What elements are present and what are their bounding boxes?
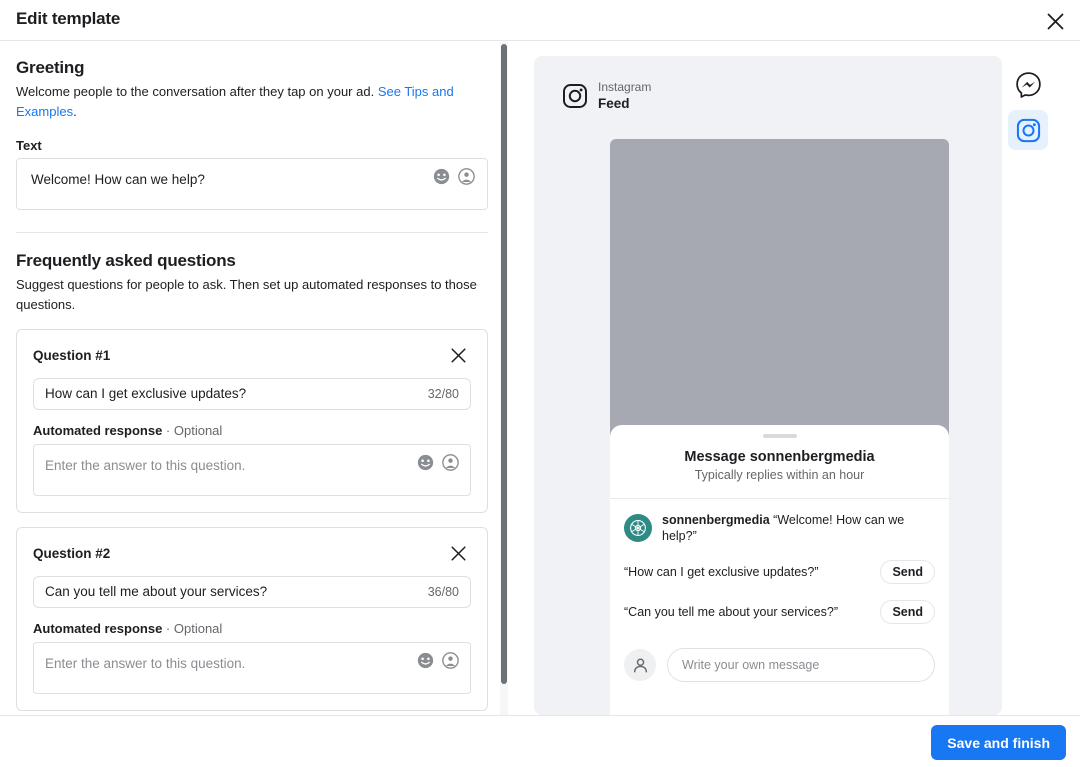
dialog-header: Edit template (0, 0, 1080, 41)
faq-description: Suggest questions for people to ask. The… (16, 275, 484, 315)
section-divider (16, 232, 488, 233)
avatar (624, 514, 652, 542)
preview-placement-labels: Instagram Feed (598, 80, 651, 112)
compose-avatar (624, 649, 656, 681)
platform-button-instagram[interactable] (1008, 110, 1048, 150)
automated-response-label-optional: Optional (174, 621, 222, 636)
question-char-counter: 32/80 (428, 387, 459, 401)
sheet-subtitle: Typically replies within an hour (610, 468, 949, 482)
automated-response-placeholder: Enter the answer to this question. (45, 656, 245, 671)
automated-response-label-bold: Automated response (33, 621, 162, 636)
dialog-footer: Save and finish (0, 715, 1080, 767)
response-input-icons (417, 652, 459, 669)
faq-section-title: Frequently asked questions (16, 251, 484, 271)
edit-template-dialog: Edit template Greeting Welcome people to… (0, 0, 1080, 767)
preview-platform-label: Instagram (598, 80, 651, 95)
person-outline-icon (631, 656, 650, 675)
preview-placement-label: Feed (598, 95, 651, 112)
suggested-question-text: “Can you tell me about your services?” (624, 605, 838, 619)
close-icon (451, 546, 466, 561)
emoji-icon[interactable] (433, 168, 450, 185)
automated-response-label: Automated response · Optional (33, 621, 471, 636)
avatar-glyph-icon (629, 519, 647, 537)
greeting-message-row: sonnenbergmedia “Welcome! How can we hel… (610, 499, 949, 544)
question-text-input[interactable]: Can you tell me about your services? 36/… (33, 576, 471, 608)
close-icon (451, 348, 466, 363)
remove-question-button[interactable] (445, 342, 471, 368)
question-card-header: Question #1 (33, 344, 471, 366)
platform-switcher (1008, 64, 1048, 150)
greeting-text-label: Text (16, 138, 484, 153)
page-title: Edit template (16, 9, 120, 29)
automated-response-label: Automated response · Optional (33, 423, 471, 438)
instagram-icon (1016, 118, 1041, 143)
response-input-icons (417, 454, 459, 471)
question-card: Question #2 Can you tell me about your s… (16, 527, 488, 711)
messenger-icon (1015, 71, 1042, 98)
greeting-section-title: Greeting (16, 58, 484, 78)
greeting-text-input[interactable]: Welcome! How can we help? (16, 158, 488, 210)
question-heading: Question #1 (33, 348, 110, 363)
platform-button-messenger[interactable] (1008, 64, 1048, 104)
greeting-message-text: sonnenbergmedia “Welcome! How can we hel… (662, 512, 935, 544)
automated-response-label-sep: · (162, 423, 174, 438)
question-char-counter: 36/80 (428, 585, 459, 599)
ad-preview-panel: Instagram Feed Message sonnenbergmedia T… (534, 56, 1002, 715)
automated-response-input[interactable]: Enter the answer to this question. (33, 444, 471, 496)
emoji-icon[interactable] (417, 652, 434, 669)
question-text-value: How can I get exclusive updates? (45, 386, 246, 401)
automated-response-label-optional: Optional (174, 423, 222, 438)
question-card: Question #1 How can I get exclusive upda… (16, 329, 488, 513)
question-heading: Question #2 (33, 546, 110, 561)
question-text-value: Can you tell me about your services? (45, 584, 267, 599)
preview-account-name: sonnenbergmedia (662, 513, 770, 527)
suggested-question-row: “How can I get exclusive updates?” Send (610, 560, 949, 584)
message-sheet: Message sonnenbergmedia Typically replie… (610, 425, 949, 715)
emoji-icon[interactable] (417, 454, 434, 471)
suggested-question-row: “Can you tell me about your services?” S… (610, 600, 949, 624)
automated-response-placeholder: Enter the answer to this question. (45, 458, 245, 473)
send-suggested-question-button[interactable]: Send (880, 600, 935, 624)
greeting-description-period: . (73, 104, 77, 119)
greeting-text-value: Welcome! How can we help? (31, 172, 205, 187)
automated-response-input[interactable]: Enter the answer to this question. (33, 642, 471, 694)
preview-placement-header: Instagram Feed (534, 56, 1002, 112)
compose-placeholder: Write your own message (682, 658, 819, 672)
greeting-input-icons (433, 168, 475, 185)
faq-section: Frequently asked questions Suggest quest… (16, 251, 484, 315)
question-card-header: Question #2 (33, 542, 471, 564)
greeting-description-text: Welcome people to the conversation after… (16, 84, 378, 99)
automated-response-label-bold: Automated response (33, 423, 162, 438)
automated-response-label-sep: · (162, 621, 174, 636)
sheet-drag-handle[interactable] (763, 434, 797, 438)
editor-scrollbar-track[interactable] (500, 42, 508, 715)
greeting-description: Welcome people to the conversation after… (16, 82, 484, 122)
preview-phone-mock: Message sonnenbergmedia Typically replie… (610, 139, 949, 715)
instagram-icon (562, 83, 588, 109)
send-suggested-question-button[interactable]: Send (880, 560, 935, 584)
save-and-finish-button[interactable]: Save and finish (931, 725, 1066, 760)
person-icon[interactable] (442, 652, 459, 669)
compose-message-input[interactable]: Write your own message (667, 648, 935, 682)
remove-question-button[interactable] (445, 540, 471, 566)
compose-row: Write your own message (610, 648, 949, 682)
person-icon[interactable] (458, 168, 475, 185)
template-editor-panel: Greeting Welcome people to the conversat… (0, 42, 500, 715)
close-icon (1047, 13, 1064, 30)
sheet-title: Message sonnenbergmedia (610, 449, 949, 465)
person-icon[interactable] (442, 454, 459, 471)
editor-scrollbar-thumb[interactable] (501, 44, 507, 684)
suggested-question-text: “How can I get exclusive updates?” (624, 565, 819, 579)
question-text-input[interactable]: How can I get exclusive updates? 32/80 (33, 378, 471, 410)
close-dialog-button[interactable] (1038, 4, 1072, 38)
